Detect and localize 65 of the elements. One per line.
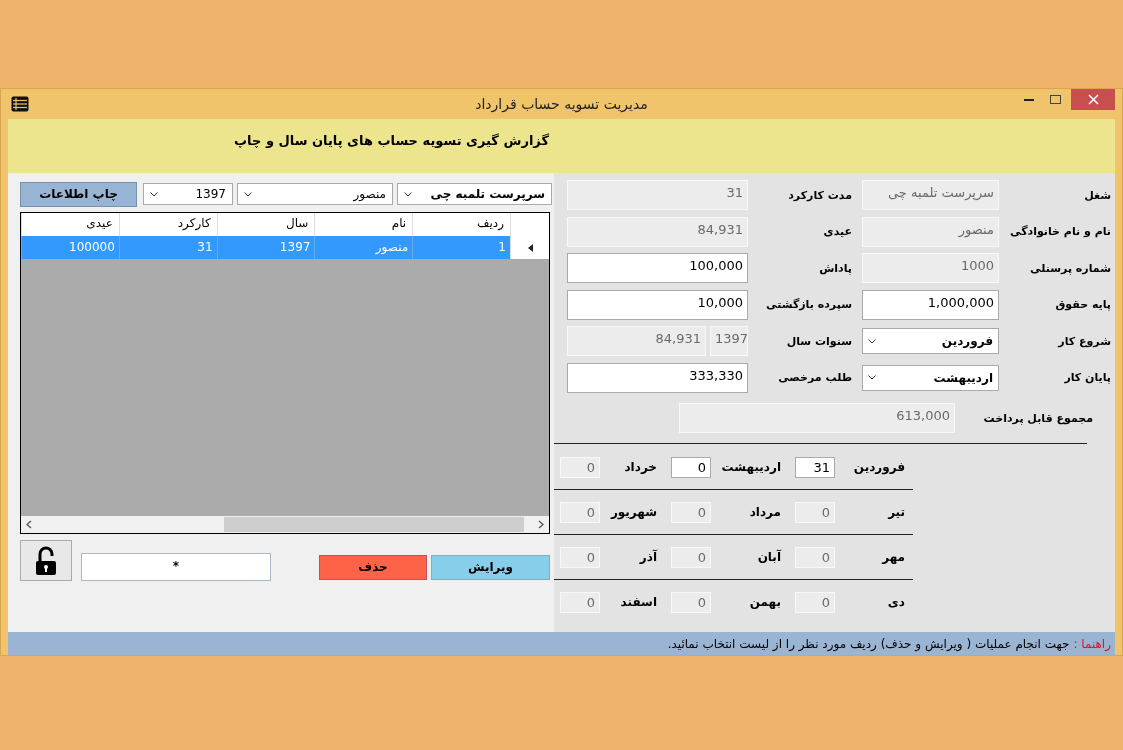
month-select[interactable]: اردیبهشت [862, 364, 999, 391]
month-label: بهمن [749, 595, 782, 609]
month-label: خرداد [624, 460, 658, 474]
total-label: مجموع قابل پرداخت [982, 411, 1094, 425]
caret-icon [150, 191, 158, 197]
menu-icon[interactable] [11, 96, 29, 112]
day-field[interactable]: 31 [795, 456, 835, 478]
row-pointer-icon [527, 243, 533, 252]
field-label: طلب مرخصی [777, 371, 853, 385]
text-field[interactable]: 1,000,000 [862, 289, 999, 320]
month-label: اردیبهشت [721, 460, 782, 474]
field-label: عیدی [822, 225, 853, 239]
month-label: مهر [882, 550, 906, 564]
month-label: اسفند [620, 595, 658, 609]
month-label: آبان [757, 550, 783, 564]
field-label: پاداش [818, 261, 853, 275]
field-label: مدت کارکرد [787, 188, 853, 202]
scroll-left-icon[interactable] [26, 520, 32, 529]
help-text: جهت انجام عملیات ( ویرایش و حذف) ردیف مورد نظر را از لیست انتخاب نمائید. [667, 636, 1070, 651]
name-select[interactable]: منصور [237, 183, 393, 205]
table-cell: 31 [118, 236, 217, 259]
field-label: شغل [1083, 188, 1112, 202]
caret-icon [404, 191, 412, 197]
lock-button[interactable] [20, 540, 72, 581]
help-label: راهنما : [1073, 636, 1111, 651]
close-icon [1087, 94, 1099, 105]
caret-icon [868, 338, 876, 344]
month-label: دی [887, 595, 906, 609]
table-cell: 100000 [21, 236, 119, 259]
window-title: مدیریت تسویه حساب قرارداد [475, 96, 648, 112]
field-label: سپرده بازگشتی [765, 298, 853, 312]
edit-button[interactable]: ویرایش [431, 554, 550, 580]
field-label: پایان کار [1063, 371, 1112, 385]
month-select[interactable]: فروردین [862, 328, 999, 355]
month-label: شهریور [610, 505, 658, 519]
scroll-right-icon[interactable] [538, 520, 544, 529]
day-field[interactable]: 0 [671, 456, 711, 478]
text-field[interactable]: 10,000 [567, 289, 748, 320]
delete-button[interactable]: حذف [319, 554, 427, 580]
print-button[interactable]: چاپ اطلاعات [20, 181, 137, 207]
password-field[interactable]: * [81, 553, 271, 581]
text-field[interactable]: 333,330 [567, 362, 748, 393]
month-label: تیر [888, 505, 906, 519]
close-button[interactable] [1071, 89, 1115, 110]
scrollbar-thumb[interactable] [224, 517, 524, 532]
text-field[interactable]: 100,000 [567, 253, 748, 284]
maximize-icon [1050, 95, 1061, 104]
field-label: سنوات سال [785, 334, 853, 348]
caret-icon [244, 191, 252, 197]
month-label: آذر [639, 550, 659, 564]
month-label: مرداد [749, 505, 782, 519]
field-label: نام و نام خانوادگی [1009, 225, 1112, 239]
header-title: گزارش گیری تسویه حساب های پایان سال و چاپ [233, 132, 549, 150]
table-cell: 1397 [216, 236, 315, 259]
job-select[interactable]: سرپرست تلمبه چی [397, 183, 552, 205]
field-label: شماره پرسنلی [1029, 261, 1112, 275]
table-cell: 1 [412, 236, 510, 259]
month-label: فروردین [853, 460, 906, 474]
field-label: شروع کار [1056, 334, 1112, 348]
table-cell: منصور [314, 236, 413, 259]
padlock-open-icon [35, 545, 57, 576]
caret-icon [868, 375, 876, 381]
field-label: پایه حقوق [1054, 298, 1112, 312]
horizontal-scrollbar[interactable] [21, 516, 549, 533]
year-select[interactable]: 1397 [143, 183, 233, 205]
